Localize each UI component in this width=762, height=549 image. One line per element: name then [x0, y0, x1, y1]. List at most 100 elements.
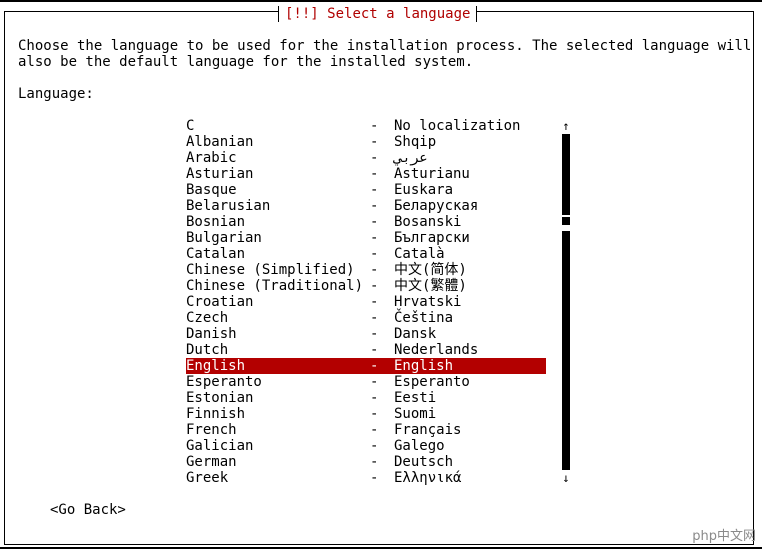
language-name: Galician: [186, 438, 254, 454]
separator: -: [370, 246, 379, 262]
language-native-name: Euskara: [394, 182, 454, 198]
language-native-name: Ελληνικά: [394, 470, 462, 486]
language-option-croatian[interactable]: Croatian - Hrvatski: [186, 294, 546, 310]
language-native-name: Беларуская: [394, 198, 479, 214]
separator: -: [370, 230, 379, 246]
language-name: Chinese (Simplified): [186, 262, 355, 278]
separator: -: [370, 294, 379, 310]
language-name: Asturian: [186, 166, 254, 182]
scroll-track-upper[interactable]: [562, 134, 570, 215]
language-option-esperanto[interactable]: Esperanto - Esperanto: [186, 374, 546, 390]
separator: -: [370, 182, 379, 198]
language-option-chinese-simplified[interactable]: Chinese (Simplified) - 中文(简体): [186, 262, 546, 278]
separator: -: [370, 438, 379, 454]
language-native-name: Català: [394, 246, 445, 262]
scroll-down-arrow-icon[interactable]: ↓: [561, 470, 571, 486]
language-option-dutch[interactable]: Dutch - Nederlands: [186, 342, 546, 358]
language-name: Belarusian: [186, 198, 271, 214]
watermark: php中文网: [692, 529, 756, 544]
language-native-name: Dansk: [394, 326, 437, 342]
language-native-name: 中文(繁體): [394, 278, 467, 294]
separator: -: [370, 134, 379, 150]
separator: -: [370, 342, 379, 358]
language-option-galician[interactable]: Galician - Galego: [186, 438, 546, 454]
language-scrollbar[interactable]: ↑ ↓: [561, 118, 571, 486]
language-native-name: Suomi: [394, 406, 437, 422]
language-name: Czech: [186, 310, 229, 326]
language-option-french[interactable]: French - Français: [186, 422, 546, 438]
language-name: Dutch: [186, 342, 229, 358]
scroll-up-arrow-icon[interactable]: ↑: [561, 118, 571, 134]
language-native-name: No localization: [394, 118, 521, 134]
separator: -: [370, 326, 379, 342]
title-text: Select a language: [327, 6, 471, 22]
language-native-name: Nederlands: [394, 342, 479, 358]
separator: -: [370, 406, 379, 422]
language-name: English: [186, 358, 246, 374]
language-option-estonian[interactable]: Estonian - Eesti: [186, 390, 546, 406]
title-warning: [!!]: [285, 6, 319, 22]
language-option-asturian[interactable]: Asturian - Asturianu: [186, 166, 546, 182]
language-name: Greek: [186, 470, 229, 486]
language-native-name: Български: [394, 230, 470, 246]
language-option-czech[interactable]: Czech - Čeština: [186, 310, 546, 326]
language-name: Bosnian: [186, 214, 246, 230]
language-option-belarusian[interactable]: Belarusian - Беларуская: [186, 198, 546, 214]
language-name: Albanian: [186, 134, 254, 150]
language-option-danish[interactable]: Danish - Dansk: [186, 326, 546, 342]
language-option-german[interactable]: German - Deutsch: [186, 454, 546, 470]
intro-text: Choose the language to be used for the i…: [18, 38, 752, 70]
separator: -: [370, 118, 379, 134]
scroll-thumb[interactable]: [562, 217, 570, 225]
language-name: French: [186, 422, 237, 438]
dialog-title: [!!] Select a language: [278, 6, 478, 22]
language-native-name: عربي: [394, 150, 428, 166]
separator: -: [370, 166, 379, 182]
language-option-finnish[interactable]: Finnish - Suomi: [186, 406, 546, 422]
separator: -: [370, 454, 379, 470]
language-name: Finnish: [186, 406, 246, 422]
separator: -: [370, 198, 379, 214]
separator: -: [370, 310, 379, 326]
title-space: [319, 6, 327, 22]
language-name: Croatian: [186, 294, 254, 310]
separator: -: [370, 150, 379, 166]
language-option-arabic[interactable]: Arabic - عربي: [186, 150, 546, 166]
language-name: Chinese (Traditional): [186, 278, 364, 294]
language-option-bosnian[interactable]: Bosnian - Bosanski: [186, 214, 546, 230]
language-option-chinese-traditional[interactable]: Chinese (Traditional) - 中文(繁體): [186, 278, 546, 294]
language-name: Arabic: [186, 150, 237, 166]
language-name: Esperanto: [186, 374, 262, 390]
language-name: Catalan: [186, 246, 246, 262]
language-option-english[interactable]: English - English: [186, 358, 546, 374]
language-native-name: Galego: [394, 438, 445, 454]
language-option-c[interactable]: C - No localization: [186, 118, 546, 134]
language-native-name: Eesti: [394, 390, 437, 406]
language-native-name: Français: [394, 422, 462, 438]
language-option-catalan[interactable]: Catalan - Català: [186, 246, 546, 262]
language-name: Danish: [186, 326, 237, 342]
language-name: C: [186, 118, 195, 134]
language-name: Basque: [186, 182, 237, 198]
language-option-bulgarian[interactable]: Bulgarian - Български: [186, 230, 546, 246]
language-native-name: Bosanski: [394, 214, 462, 230]
language-native-name: 中文(简体): [394, 262, 467, 278]
language-option-albanian[interactable]: Albanian - Shqip: [186, 134, 546, 150]
separator: -: [370, 374, 379, 390]
language-native-name: Esperanto: [394, 374, 470, 390]
language-list[interactable]: C - No localization Albanian - Shqip Arabic - عر…: [186, 118, 546, 486]
language-native-name: Asturianu: [394, 166, 470, 182]
separator: -: [370, 278, 379, 294]
language-option-greek[interactable]: Greek - Ελληνικά: [186, 470, 546, 486]
language-name: Bulgarian: [186, 230, 262, 246]
separator: -: [370, 422, 379, 438]
scroll-track-lower[interactable]: [562, 231, 570, 470]
separator: -: [370, 470, 379, 486]
go-back-button[interactable]: <Go Back>: [50, 502, 126, 518]
installer-screen: [!!] Select a language Choose the langua…: [0, 0, 762, 549]
language-option-basque[interactable]: Basque - Euskara: [186, 182, 546, 198]
language-native-name: Hrvatski: [394, 294, 462, 310]
separator: -: [370, 214, 379, 230]
language-native-name: Shqip: [394, 134, 437, 150]
language-name: German: [186, 454, 237, 470]
